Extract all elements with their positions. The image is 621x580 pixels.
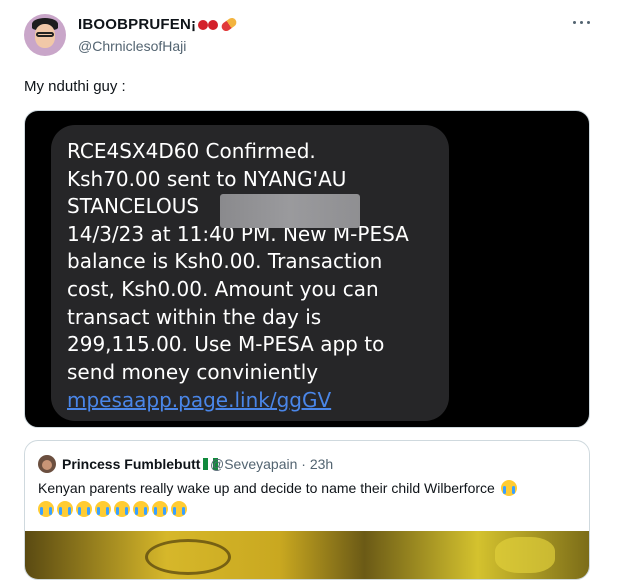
sms-line: transact within the day is [67,304,322,329]
author-handle[interactable]: @ChrniclesofHaji [78,38,186,54]
crying-face-icon [76,501,92,517]
more-dot [587,21,590,24]
crying-face-icon [38,501,54,517]
quoted-author-avatar [38,455,56,473]
crying-face-icon [171,501,187,517]
redaction-bar [220,194,360,228]
sms-line: Ksh70.00 sent to NYANG'AU [67,166,347,191]
quoted-media-image[interactable] [25,531,589,579]
crying-face-icon [133,501,149,517]
cherries-emoji-icon [198,20,209,30]
more-dot [573,21,576,24]
sms-line: RCE4SX4D60 Confirmed. [67,139,316,163]
crying-face-icon [114,501,130,517]
sms-link: mpesaapp.page.link/ggGV [67,388,332,412]
sms-line: 299,115.00. Use M-PESA app to [67,332,385,357]
author-name-row[interactable]: IBOOBPRUFEN¡ [78,16,239,33]
sms-line: balance is Ksh0.00. Transaction [67,249,383,274]
cherries-emoji-icon [208,20,219,30]
sms-text: RCE4SX4D60 Confirmed. Ksh70.00 sent to N… [67,138,467,386]
crying-face-icon [500,480,517,496]
crying-face-row [38,501,190,517]
crying-face-icon [95,501,111,517]
crying-face-icon [57,501,73,517]
author-avatar[interactable] [24,14,66,56]
pill-emoji-icon [220,16,239,33]
more-dot [580,21,583,24]
tweet-text: My nduthi guy : [24,78,126,95]
quoted-text-row: Kenyan parents really wake up and decide… [38,480,517,496]
tweet-media-image[interactable]: RCE4SX4D60 Confirmed. Ksh70.00 sent to N… [24,110,590,428]
more-options-icon[interactable] [572,14,592,30]
quoted-text: Kenyan parents really wake up and decide… [38,480,495,496]
quoted-author-name-row: Princess Fumblebutt [62,456,219,472]
quoted-tweet[interactable]: Princess Fumblebutt @Seveyapain · 23h Ke… [24,440,590,580]
tweet: IBOOBPRUFEN¡ @ChrniclesofHaji My nduthi … [0,0,621,580]
author-display-name[interactable]: IBOOBPRUFEN¡ [78,16,196,33]
crying-face-icon [152,501,168,517]
sms-line: send money conviniently [67,359,319,384]
quoted-handle-time: @Seveyapain · 23h [210,456,334,472]
sms-line: cost, Ksh0.00. Amount you can [67,276,379,301]
quoted-display-name: Princess Fumblebutt [62,456,201,472]
avatar-glasses [36,32,54,37]
